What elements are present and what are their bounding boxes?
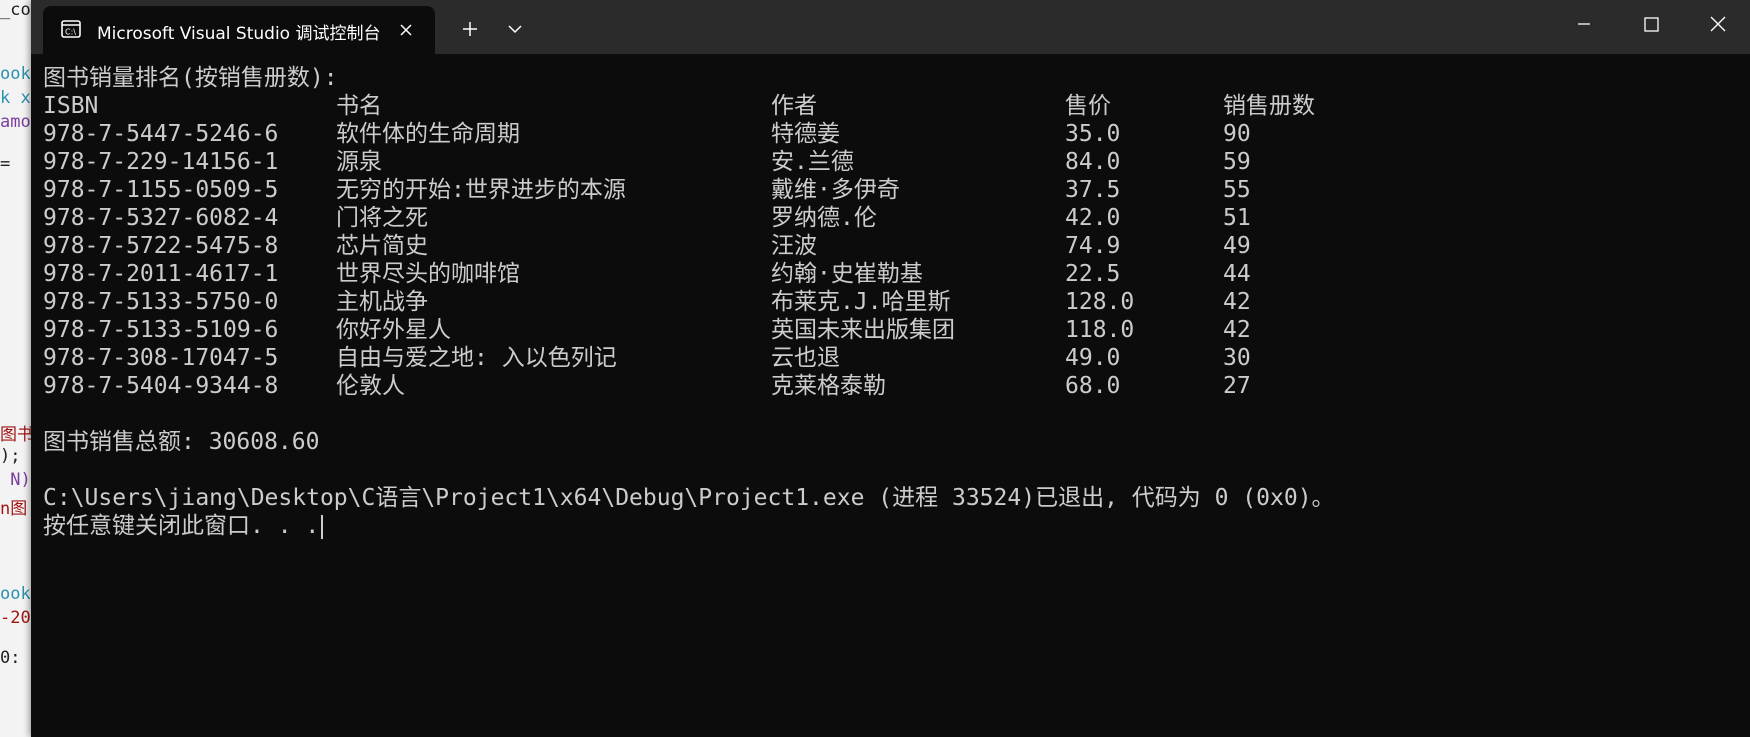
header-price: 售价: [1065, 93, 1111, 119]
ranking-heading: 图书销量排名(按销售册数):: [43, 65, 338, 91]
cell-author: 安.兰德: [771, 149, 854, 175]
cell-author: 特德姜: [771, 121, 840, 147]
code-fragment: n图: [0, 499, 28, 519]
prompt-text: 按任意键关闭此窗口. . .: [43, 513, 320, 539]
cell-price: 49.0: [1065, 345, 1121, 371]
cell-sold: 42: [1223, 289, 1251, 315]
cell-title: 源泉: [336, 149, 382, 175]
code-fragment: amo: [0, 112, 31, 132]
svg-text:C:\: C:\: [65, 28, 76, 37]
cell-isbn: 978-7-1155-0509-5: [43, 177, 279, 203]
cell-price: 84.0: [1065, 149, 1121, 175]
cell-price: 42.0: [1065, 205, 1121, 231]
title-bar: C:\ Microsoft Visual Studio 调试控制台: [31, 0, 1750, 54]
cell-author: 克莱格泰勒: [771, 373, 886, 399]
cell-title: 门将之死: [336, 205, 428, 231]
code-fragment: _co: [0, 0, 31, 20]
cell-price: 68.0: [1065, 373, 1121, 399]
cell-isbn: 978-7-5133-5750-0: [43, 289, 279, 315]
code-fragment: =: [0, 154, 11, 174]
console-app-icon: C:\: [61, 20, 81, 38]
console-output[interactable]: 图书销量排名(按销售册数): ISBN 书名 作者 售价 销售册数 978-7-…: [31, 54, 1750, 737]
code-fragment: -20: [0, 608, 31, 628]
new-tab-plus-icon[interactable]: [452, 14, 488, 44]
cell-isbn: 978-7-308-17047-5: [43, 345, 279, 371]
header-title: 书名: [336, 93, 382, 119]
cell-title: 你好外星人: [336, 317, 451, 343]
header-isbn: ISBN: [43, 93, 99, 119]
code-fragment: 0:: [0, 648, 21, 668]
chevron-down-icon[interactable]: [497, 14, 533, 44]
background-editor-window: _coook k x amo = 图书); N) n图 ook -20 0:: [0, 0, 31, 737]
header-author: 作者: [771, 93, 817, 119]
code-fragment: k x: [0, 88, 31, 108]
header-sold: 销售册数: [1223, 93, 1315, 119]
cell-isbn: 978-7-229-14156-1: [43, 149, 279, 175]
cell-isbn: 978-7-2011-4617-1: [43, 261, 279, 287]
cell-title: 无穷的开始:世界进步的本源: [336, 177, 626, 203]
cell-sold: 44: [1223, 261, 1251, 287]
table-header-row: ISBN 书名 作者 售价 销售册数: [43, 92, 1315, 120]
cell-sold: 30: [1223, 345, 1251, 371]
cell-price: 35.0: [1065, 121, 1121, 147]
tab-debug-console[interactable]: C:\ Microsoft Visual Studio 调试控制台: [43, 6, 435, 54]
cell-isbn: 978-7-5327-6082-4: [43, 205, 279, 231]
cell-price: 22.5: [1065, 261, 1121, 287]
cell-title: 芯片简史: [336, 233, 428, 259]
code-fragment: ook: [0, 64, 31, 84]
cell-price: 74.9: [1065, 233, 1121, 259]
minimize-icon[interactable]: [1567, 10, 1601, 38]
window-close-icon[interactable]: [1701, 10, 1735, 38]
tab-close-icon[interactable]: [398, 22, 414, 38]
cell-sold: 90: [1223, 121, 1251, 147]
code-fragment: );: [0, 446, 21, 466]
text-cursor: [321, 514, 324, 539]
cell-sold: 49: [1223, 233, 1251, 259]
cell-title: 世界尽头的咖啡馆: [336, 261, 520, 287]
cell-title: 伦敦人: [336, 373, 405, 399]
cell-title: 软件体的生命周期: [336, 121, 520, 147]
cell-author: 英国未来出版集团: [771, 317, 955, 343]
cell-sold: 55: [1223, 177, 1251, 203]
cell-author: 戴维·多伊奇: [771, 177, 900, 203]
cell-price: 128.0: [1065, 289, 1135, 315]
code-fragment: 图书: [0, 425, 31, 445]
process-exit-line: C:\Users\jiang\Desktop\C语言\Project1\x64\…: [43, 485, 1335, 511]
cell-sold: 51: [1223, 205, 1251, 231]
cell-isbn: 978-7-5722-5475-8: [43, 233, 279, 259]
cell-author: 罗纳德.伦: [771, 205, 877, 231]
cell-title: 主机战争: [336, 289, 428, 315]
tab-title: Microsoft Visual Studio 调试控制台: [97, 24, 381, 44]
cell-isbn: 978-7-5447-5246-6: [43, 121, 279, 147]
cell-author: 云也退: [771, 345, 840, 371]
cell-author: 布莱克.J.哈里斯: [771, 289, 951, 315]
cell-author: 汪波: [771, 233, 817, 259]
cell-isbn: 978-7-5133-5109-6: [43, 317, 279, 343]
cell-isbn: 978-7-5404-9344-8: [43, 373, 279, 399]
cell-sold: 27: [1223, 373, 1251, 399]
cell-sold: 42: [1223, 317, 1251, 343]
cell-title: 自由与爱之地: 入以色列记: [336, 345, 617, 371]
terminal-window: C:\ Microsoft Visual Studio 调试控制台 图书销量排名…: [31, 0, 1750, 737]
cell-sold: 59: [1223, 149, 1251, 175]
sales-total-line: 图书销售总额: 30608.60: [43, 429, 320, 455]
cell-price: 37.5: [1065, 177, 1121, 203]
code-fragment: ook: [0, 584, 31, 604]
maximize-icon[interactable]: [1634, 10, 1668, 38]
cell-author: 约翰·史崔勒基: [771, 261, 923, 287]
press-key-prompt: 按任意键关闭此窗口. . .: [43, 512, 324, 540]
code-fragment: N): [0, 470, 31, 490]
cell-price: 118.0: [1065, 317, 1135, 343]
